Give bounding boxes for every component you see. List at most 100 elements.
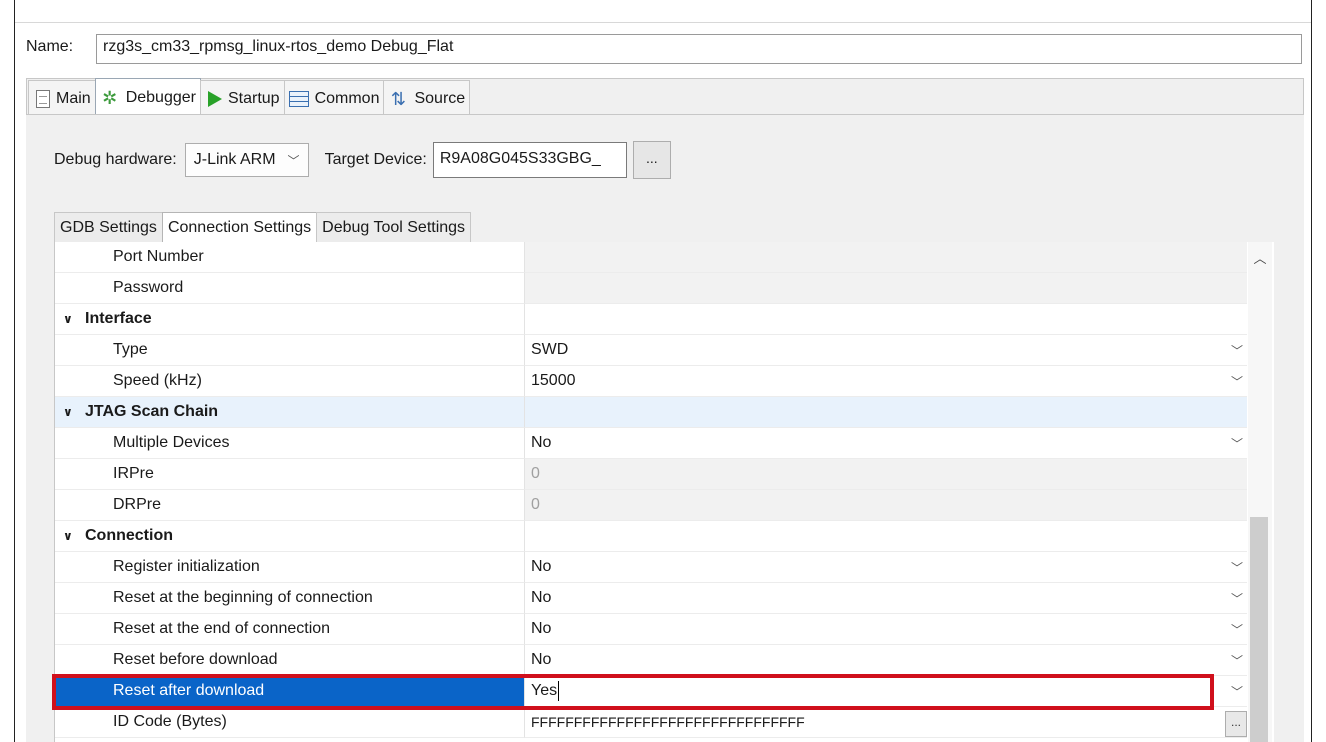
chevron-down-icon: ﹀ xyxy=(287,153,300,168)
property-value-input[interactable]: FFFFFFFFFFFFFFFFFFFFFFFFFFFFFFFF xyxy=(525,707,1247,738)
property-value-select[interactable]: No ﹀ xyxy=(525,645,1247,676)
group-label: Connection xyxy=(85,527,173,544)
group-label: JTAG Scan Chain xyxy=(85,403,219,420)
property-value-editor[interactable]: Yes ﹀ xyxy=(525,676,1247,707)
tab-gdb-settings[interactable]: GDB Settings xyxy=(54,212,163,242)
tab-debugger-label: Debugger xyxy=(125,88,196,106)
group-header: ∨ Interface xyxy=(55,304,525,335)
debug-hardware-value: J-Link ARM xyxy=(193,151,276,168)
target-device-browse-button[interactable]: ... xyxy=(632,141,671,179)
property-name: Reset at the end of connection xyxy=(55,614,525,645)
property-value-select[interactable]: No ﹀ xyxy=(525,583,1247,614)
property-name: Password xyxy=(55,273,525,304)
table-row[interactable]: Port Number xyxy=(55,242,1247,273)
property-value-select[interactable]: SWD ﹀ xyxy=(525,335,1247,366)
property-grid: Port Number Password ∨ Interface Type SW… xyxy=(54,242,1274,742)
table-row[interactable]: DRPre 0 xyxy=(55,490,1247,521)
tab-source[interactable]: ⇅ Source xyxy=(383,80,471,116)
name-label: Name: xyxy=(26,38,74,55)
table-row[interactable]: Register initialization No ﹀ xyxy=(55,552,1247,583)
target-device-input[interactable]: R9A08G045S33GBG_ xyxy=(432,142,627,178)
group-row-connection[interactable]: ∨ Connection xyxy=(55,521,1247,552)
group-header: ∨ Connection xyxy=(55,521,525,552)
scrollbar[interactable]: ︿ xyxy=(1248,242,1272,742)
chevron-down-icon[interactable]: ﹀ xyxy=(1227,590,1247,607)
table-row[interactable]: ID Code (Bytes) FFFFFFFFFFFFFFFFFFFFFFFF… xyxy=(55,707,1247,738)
common-icon xyxy=(288,90,309,107)
group-label: Interface xyxy=(85,310,152,327)
table-row[interactable]: Speed (kHz) 15000 ﹀ xyxy=(55,366,1247,397)
property-value: Yes xyxy=(531,682,558,699)
property-value: 0 xyxy=(525,490,1247,521)
property-value: No xyxy=(531,620,552,637)
property-value-select[interactable]: 15000 ﹀ xyxy=(525,366,1247,397)
property-name: Port Number xyxy=(55,242,525,273)
property-value: FFFFFFFFFFFFFFFFFFFFFFFFFFFFFFFF xyxy=(531,714,805,730)
name-input[interactable]: rzg3s_cm33_rpmsg_linux-rtos_demo Debug_F… xyxy=(96,34,1302,64)
chevron-down-icon[interactable]: ﹀ xyxy=(1227,652,1247,669)
property-value xyxy=(525,304,1247,335)
debug-hardware-label: Debug hardware: xyxy=(54,151,177,168)
table-row[interactable]: Password xyxy=(55,273,1247,304)
property-name: Type xyxy=(55,335,525,366)
property-value-select[interactable]: No ﹀ xyxy=(525,614,1247,645)
tab-startup[interactable]: Startup xyxy=(199,80,285,116)
table-row[interactable]: Type SWD ﹀ xyxy=(55,335,1247,366)
tab-source-label: Source xyxy=(414,89,466,107)
chevron-down-icon[interactable]: ﹀ xyxy=(1227,683,1247,700)
chevron-down-icon[interactable]: ﹀ xyxy=(1227,373,1247,390)
property-value: 0 xyxy=(525,459,1247,490)
chevron-up-icon[interactable]: ︿ xyxy=(1248,248,1272,267)
target-device-label: Target Device: xyxy=(324,151,427,168)
play-icon xyxy=(207,90,222,107)
source-icon: ⇅ xyxy=(390,88,407,109)
property-name: ID Code (Bytes) xyxy=(55,707,525,738)
property-name: Reset after download xyxy=(55,676,525,707)
table-row[interactable]: Reset at the beginning of connection No … xyxy=(55,583,1247,614)
scrollbar-thumb[interactable] xyxy=(1250,517,1268,742)
id-code-browse-button[interactable]: ... xyxy=(1225,711,1247,737)
tab-debugger[interactable]: ✲ Debugger xyxy=(94,78,201,116)
settings-tabs: GDB Settings Connection Settings Debug T… xyxy=(54,212,472,242)
table-row[interactable]: Multiple Devices No ﹀ xyxy=(55,428,1247,459)
table-row-selected[interactable]: Reset after download Yes ﹀ xyxy=(55,676,1247,707)
property-value-select[interactable]: No ﹀ xyxy=(525,552,1247,583)
property-value xyxy=(525,397,1247,428)
property-value: No xyxy=(531,434,552,451)
tab-common[interactable]: Common xyxy=(283,80,385,116)
table-row[interactable]: Reset at the end of connection No ﹀ xyxy=(55,614,1247,645)
group-row-interface[interactable]: ∨ Interface xyxy=(55,304,1247,335)
table-row[interactable]: Reset before download No ﹀ xyxy=(55,645,1247,676)
hardware-row: Debug hardware: J-Link ARM ﹀ Target Devi… xyxy=(54,141,671,179)
tab-connection-settings[interactable]: Connection Settings xyxy=(161,212,318,242)
chevron-down-icon[interactable]: ﹀ xyxy=(1227,435,1247,452)
property-value: 15000 xyxy=(531,372,576,389)
property-value-select[interactable]: No ﹀ xyxy=(525,428,1247,459)
property-name: DRPre xyxy=(55,490,525,521)
chevron-down-icon[interactable]: ∨ xyxy=(63,312,75,326)
tab-startup-label: Startup xyxy=(227,89,280,107)
tab-debug-tool-settings[interactable]: Debug Tool Settings xyxy=(316,212,472,242)
tab-main[interactable]: Main xyxy=(28,80,96,116)
property-value: No xyxy=(531,651,552,668)
chevron-down-icon[interactable]: ﹀ xyxy=(1227,559,1247,576)
chevron-down-icon[interactable]: ﹀ xyxy=(1227,621,1247,638)
property-value: No xyxy=(531,589,552,606)
chevron-down-icon[interactable]: ﹀ xyxy=(1227,342,1247,359)
property-name: Multiple Devices xyxy=(55,428,525,459)
divider xyxy=(15,22,1311,23)
document-icon xyxy=(36,89,50,108)
debug-hardware-select[interactable]: J-Link ARM ﹀ xyxy=(184,143,309,177)
group-header: ∨ JTAG Scan Chain xyxy=(55,397,525,428)
property-name: Reset at the beginning of connection xyxy=(55,583,525,614)
tab-common-label: Common xyxy=(314,89,380,107)
group-row-jtag-scan-chain[interactable]: ∨ JTAG Scan Chain xyxy=(55,397,1247,428)
tab-main-label: Main xyxy=(56,89,91,107)
text-caret xyxy=(558,681,560,701)
chevron-down-icon[interactable]: ∨ xyxy=(63,529,75,543)
property-value: No xyxy=(531,558,552,575)
property-value xyxy=(525,273,1247,304)
table-row[interactable]: IRPre 0 xyxy=(55,459,1247,490)
chevron-down-icon[interactable]: ∨ xyxy=(63,405,75,419)
property-value: SWD xyxy=(531,341,569,358)
